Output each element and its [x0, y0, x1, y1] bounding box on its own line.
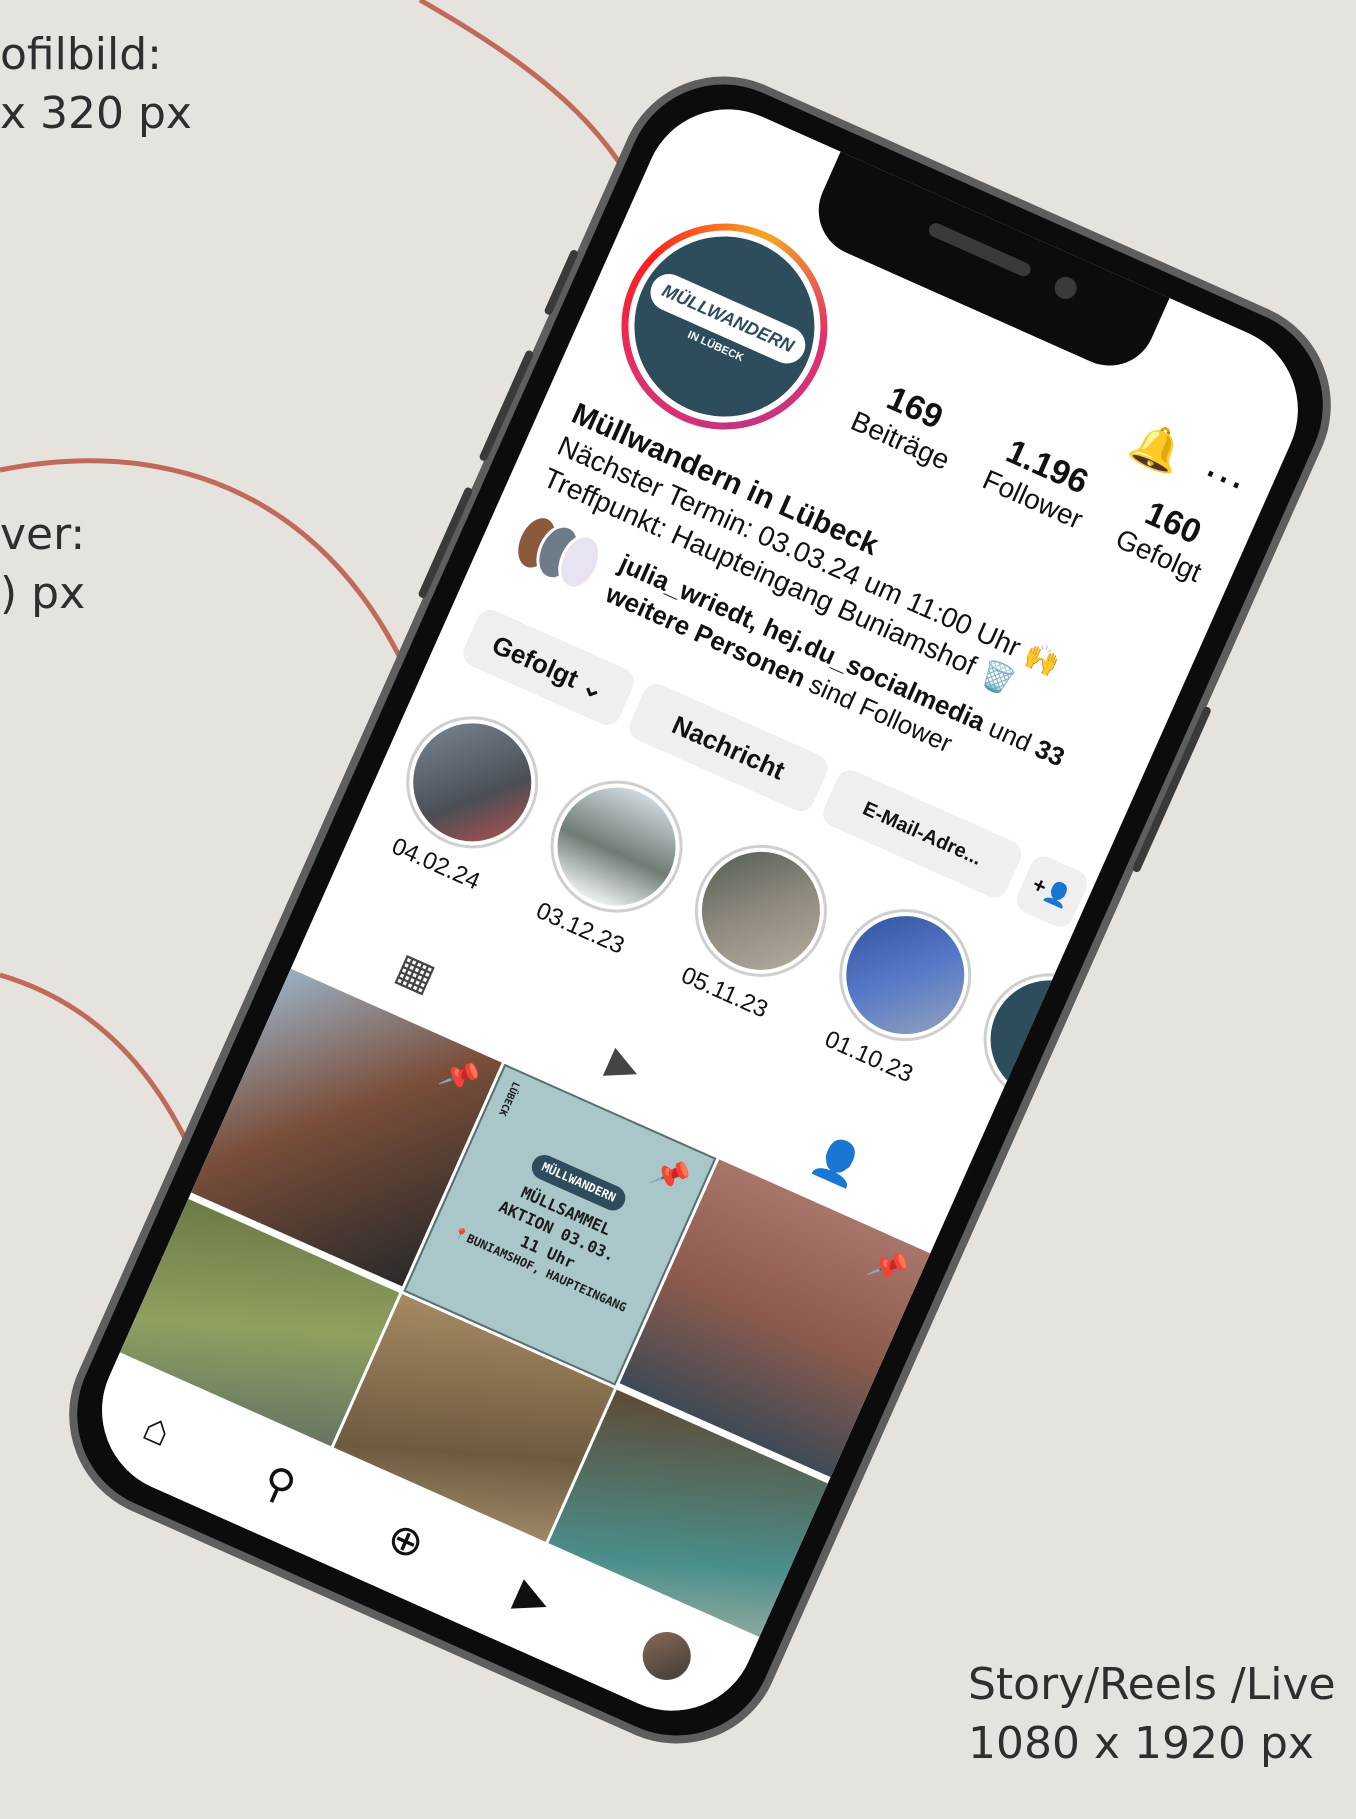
highlight-image: [827, 897, 984, 1054]
avatar-image: MÜLLWANDERN IN LÜBECK: [605, 207, 844, 446]
highlight-image: [538, 768, 695, 925]
pin-icon: 📌: [864, 1244, 913, 1290]
more-icon[interactable]: ⋯: [1195, 447, 1253, 509]
annotation-curve-cover: [0, 458, 433, 731]
add-post-icon[interactable]: ⊕: [380, 1510, 432, 1569]
highlight-image: [394, 704, 551, 861]
bell-icon[interactable]: 🔔: [1123, 415, 1191, 481]
stat-following[interactable]: 160 Gefolgt: [1111, 487, 1222, 589]
tagged-tab-icon[interactable]: 👤: [806, 1130, 871, 1193]
phone-camera: [1051, 273, 1081, 303]
profile-nav-avatar[interactable]: [635, 1624, 699, 1688]
home-icon[interactable]: ⌂: [136, 1402, 178, 1456]
reels-tab-icon[interactable]: ▶: [600, 1038, 647, 1093]
stat-followers[interactable]: 1.196 Follower: [978, 428, 1104, 536]
highlight-item[interactable]: 01.10.23: [803, 887, 993, 1097]
following-button[interactable]: Gefolgt ⌄: [458, 605, 639, 730]
highlight-image: [683, 832, 839, 989]
highlight-item[interactable]: 05.11.23: [658, 823, 849, 1033]
add-user-icon[interactable]: +👤: [1012, 851, 1092, 932]
stat-posts[interactable]: 169 Beiträge: [846, 369, 970, 476]
pin-icon: 📌: [646, 1151, 695, 1200]
highlight-item[interactable]: 04.02.24: [370, 695, 560, 904]
grid-tab-icon[interactable]: ▦: [389, 944, 443, 1002]
search-icon[interactable]: ⚲: [256, 1455, 304, 1512]
avatar-border: MÜLLWANDERN IN LÜBECK: [597, 199, 852, 454]
highlight-item[interactable]: 03.12.23: [514, 759, 704, 968]
reels-icon[interactable]: ▶: [509, 1568, 558, 1626]
poster-side-text: LÜBECK: [496, 1079, 521, 1118]
pin-icon: 📌: [436, 1053, 485, 1100]
phone-speaker: [926, 220, 1033, 279]
